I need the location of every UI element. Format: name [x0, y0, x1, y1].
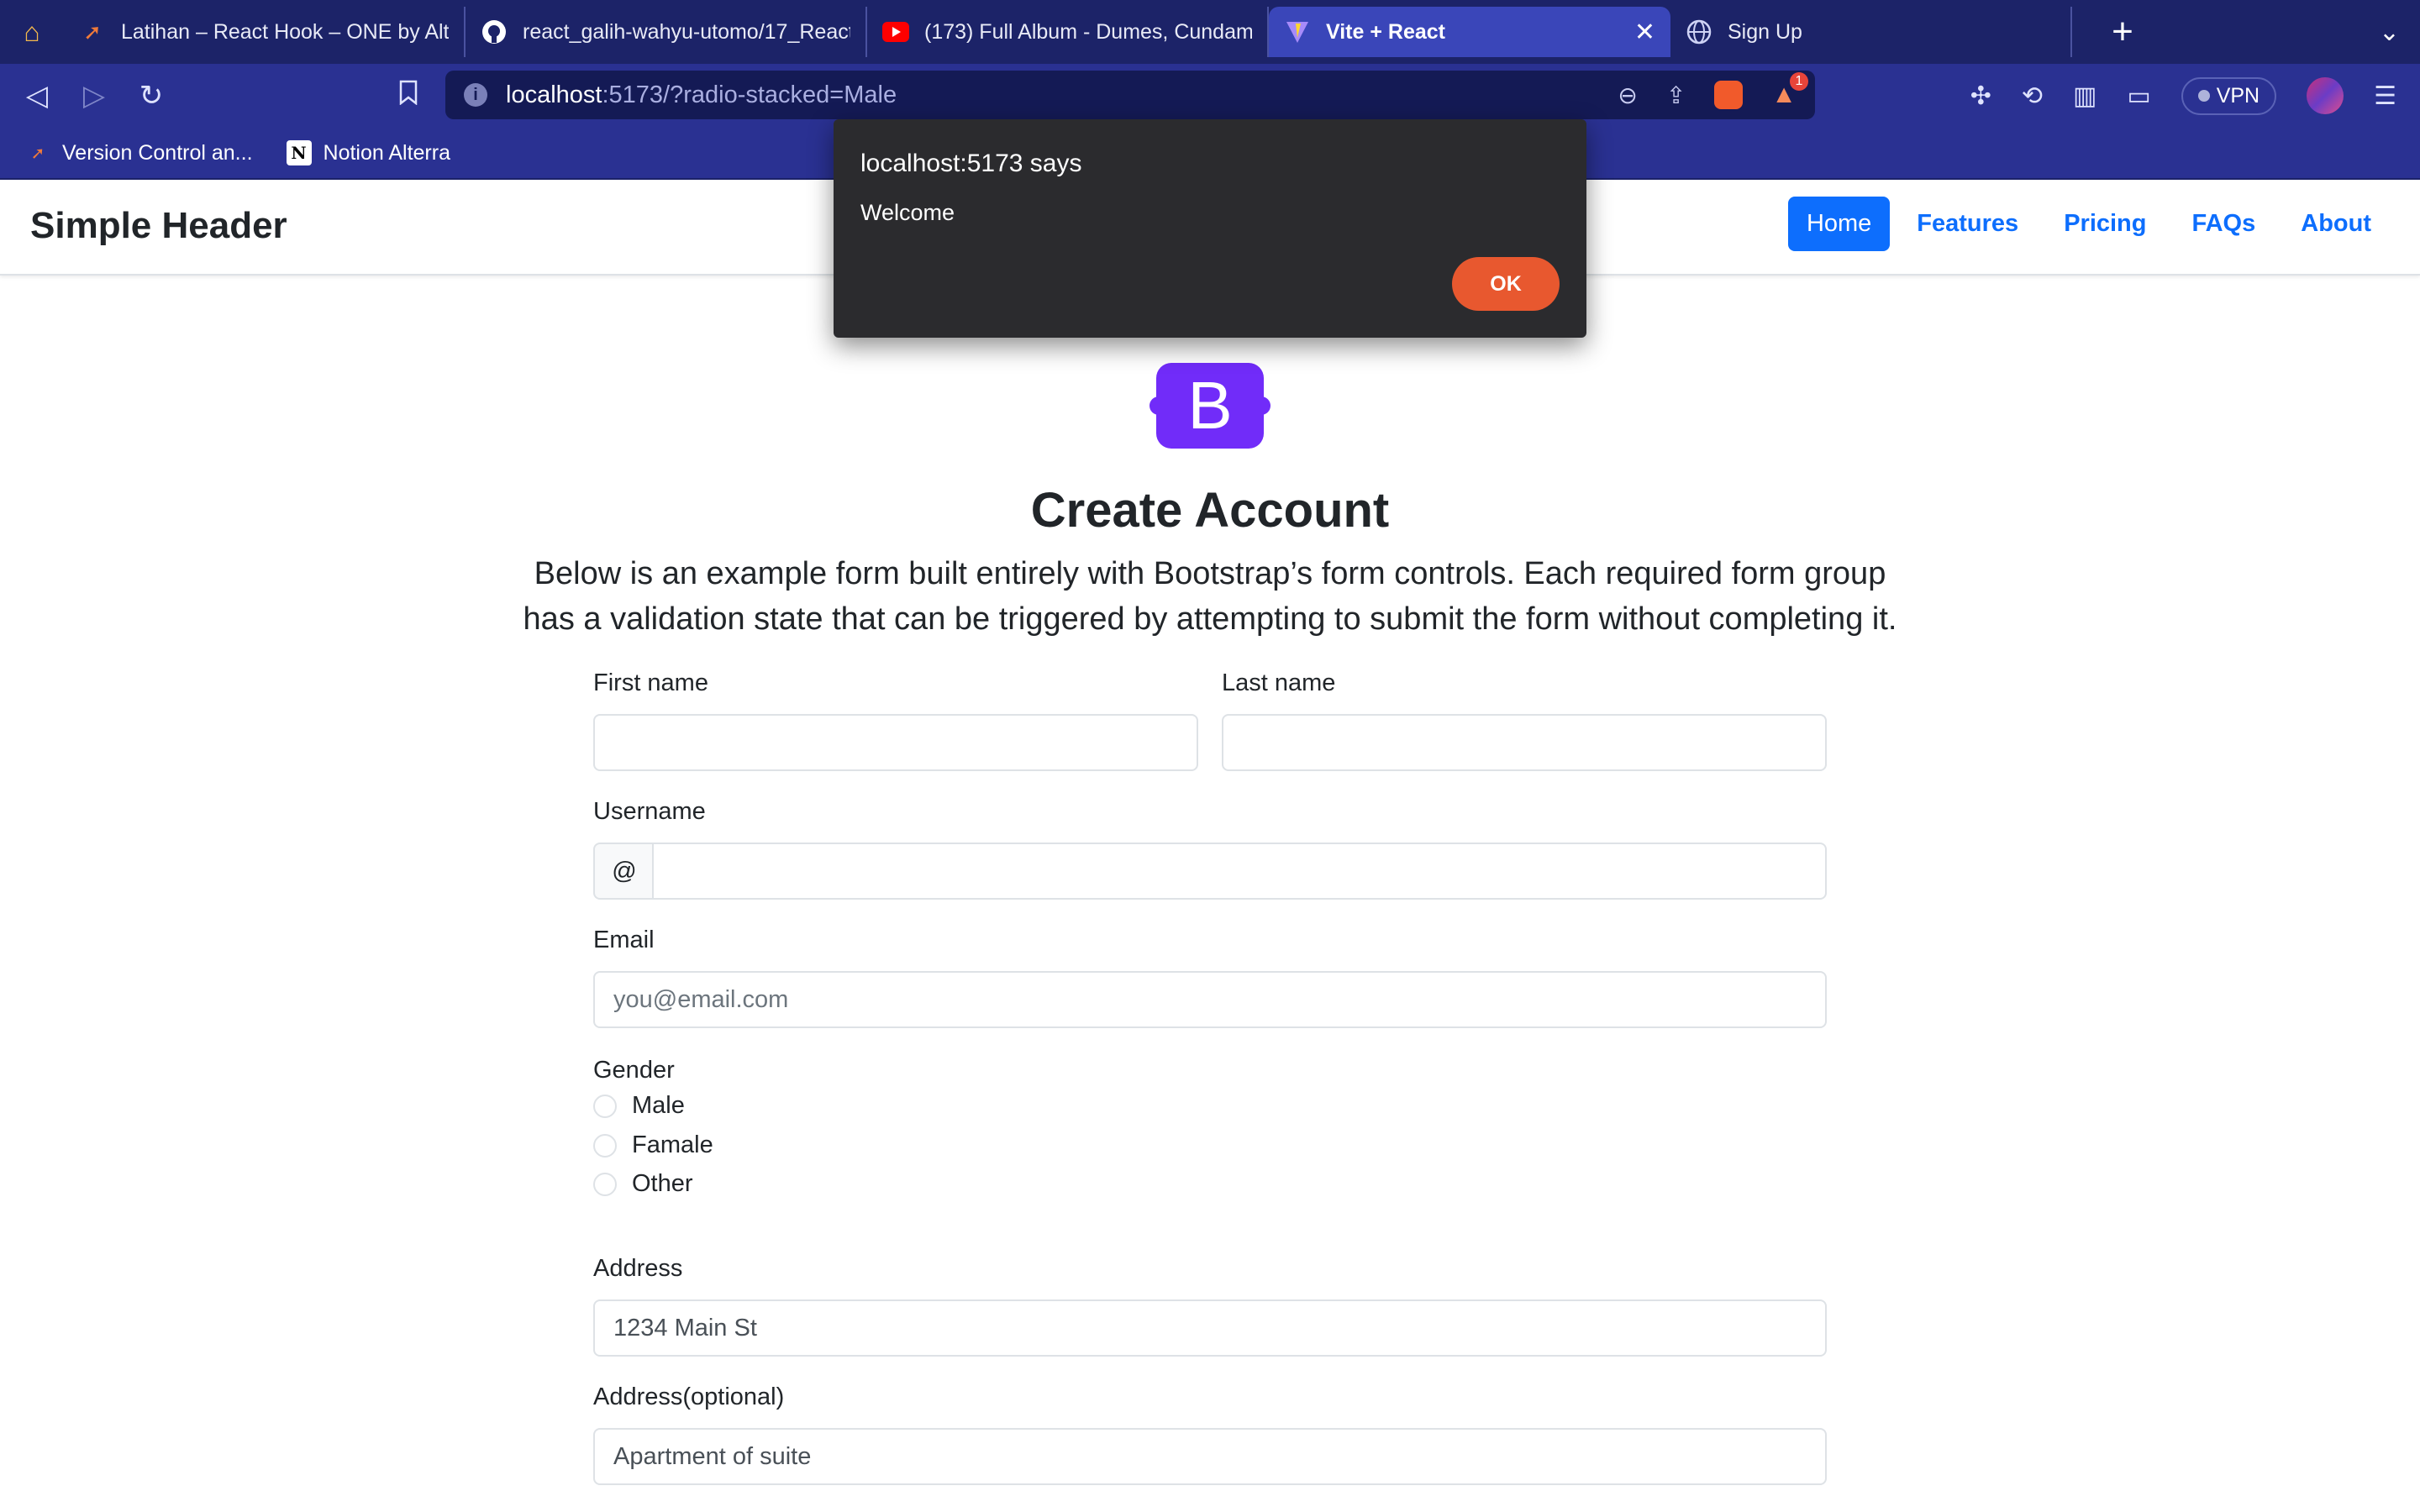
tab-github[interactable]: react_galih-wahyu-utomo/17_React [466, 7, 867, 57]
globe-icon [1686, 18, 1712, 45]
radio-label: Male [632, 1092, 685, 1119]
browser-toolbar: ◁ ▷ ↻ i localhost:5173/?radio-stacked=Ma… [0, 64, 2420, 128]
nav-about[interactable]: About [2282, 197, 2390, 251]
last-name-input[interactable] [1222, 714, 1827, 771]
site-info-icon[interactable]: i [464, 83, 487, 107]
url-path: :5173/?radio-stacked=Male [602, 81, 897, 108]
tab-title: Latihan – React Hook – ONE by Alte [121, 19, 449, 44]
tab-title: Vite + React [1326, 19, 1445, 44]
gender-label: Gender [593, 1057, 675, 1084]
close-tab-icon[interactable]: ✕ [1634, 18, 1655, 47]
vpn-button[interactable]: VPN [2181, 76, 2277, 115]
share-icon[interactable]: ⇪ [1666, 81, 1686, 109]
menu-icon[interactable]: ☰ [2374, 81, 2396, 111]
forward-icon[interactable]: ▷ [66, 79, 123, 113]
username-input[interactable] [652, 843, 1827, 900]
bootstrap-logo: B [1150, 363, 1270, 449]
browser-tab-bar: ⌂ ➚ Latihan – React Hook – ONE by Alte r… [0, 0, 2420, 64]
bookmark-label: Version Control an... [62, 140, 253, 165]
page-title: Create Account [1030, 483, 1390, 538]
tab-title: (173) Full Album - Dumes, Cundama [924, 19, 1252, 44]
nav-features[interactable]: Features [1898, 197, 2037, 251]
alterra-icon: ➚ [30, 144, 45, 163]
extensions-icon[interactable]: ✣ [1970, 81, 1991, 111]
alterra-icon: ➚ [83, 18, 102, 45]
username-label: Username [593, 798, 706, 825]
back-icon[interactable]: ◁ [8, 79, 66, 113]
address-bar[interactable]: i localhost:5173/?radio-stacked=Male ⊖ ⇪… [445, 71, 1815, 119]
wallet-icon[interactable]: ▭ [2127, 81, 2150, 111]
tab-youtube[interactable]: (173) Full Album - Dumes, Cundama [867, 7, 1269, 57]
header-nav: Home Features Pricing FAQs About [1787, 197, 2390, 251]
tab-title: Sign Up [1728, 19, 1802, 44]
notion-icon: N [286, 140, 312, 165]
address-label: Address [593, 1255, 683, 1282]
alert-dialog: localhost:5173 says Welcome OK [834, 119, 1586, 338]
new-tab-icon[interactable]: + [2097, 11, 2148, 53]
tab-sign-up[interactable]: Sign Up [1670, 7, 2072, 57]
chevron-down-icon[interactable]: ⌄ [2379, 18, 2400, 47]
radio-label: Other [632, 1170, 693, 1197]
first-name-label: First name [593, 669, 708, 696]
youtube-icon [882, 18, 909, 45]
brave-shields-icon[interactable] [1714, 81, 1744, 109]
email-label: Email [593, 927, 655, 953]
gender-option-famale[interactable]: Famale [593, 1131, 713, 1159]
reload-icon[interactable]: ↻ [123, 79, 180, 113]
bookmark-icon[interactable] [380, 80, 437, 113]
vpn-status-icon [2197, 90, 2210, 102]
first-name-input[interactable] [593, 714, 1198, 771]
tab-latihan[interactable]: ➚ Latihan – React Hook – ONE by Alte [64, 7, 466, 57]
bookmark-version-control[interactable]: ➚ Version Control an... [25, 140, 253, 165]
tab-vite-react[interactable]: Vite + React ✕ [1269, 7, 1670, 57]
radio-button[interactable] [593, 1094, 617, 1118]
sidebar-icon[interactable]: ▥ [2073, 81, 2096, 111]
home-icon[interactable]: ⌂ [0, 0, 64, 64]
gender-option-other[interactable]: Other [593, 1170, 693, 1198]
brave-rewards-icon[interactable]: ▲ 1 [1771, 72, 1808, 109]
radio-button[interactable] [593, 1133, 617, 1158]
dialog-message: Welcome [860, 200, 955, 225]
dialog-title: localhost:5173 says [860, 150, 1082, 177]
gender-option-male[interactable]: Male [593, 1092, 685, 1120]
page-lead: Below is an example form built entirely … [523, 556, 1897, 637]
vpn-label: VPN [2216, 83, 2260, 108]
profile-avatar[interactable] [2307, 77, 2344, 114]
address2-label: Address(optional) [593, 1383, 785, 1410]
username-prefix: @ [593, 843, 654, 900]
nav-pricing[interactable]: Pricing [2045, 197, 2165, 251]
bookmark-label: Notion Alterra [323, 140, 450, 165]
vite-icon [1284, 18, 1311, 45]
address2-input[interactable]: Apartment of suite [593, 1428, 1827, 1485]
tab-title: react_galih-wahyu-utomo/17_React [523, 19, 850, 44]
ok-button[interactable]: OK [1452, 257, 1560, 311]
zoom-icon[interactable]: ⊖ [1618, 81, 1637, 109]
notification-badge: 1 [1790, 72, 1808, 91]
leo-ai-icon[interactable]: ⟲ [2022, 81, 2043, 111]
github-icon [481, 18, 508, 45]
email-input[interactable]: you@email.com [593, 971, 1827, 1028]
url-host: localhost [506, 81, 602, 108]
nav-home[interactable]: Home [1787, 197, 1891, 251]
brand-title[interactable]: Simple Header [30, 205, 287, 247]
radio-button[interactable] [593, 1172, 617, 1196]
radio-label: Famale [632, 1131, 713, 1158]
bookmark-notion-alterra[interactable]: N Notion Alterra [286, 140, 450, 165]
last-name-label: Last name [1222, 669, 1336, 696]
address-input[interactable]: 1234 Main St [593, 1299, 1827, 1357]
nav-faqs[interactable]: FAQs [2174, 197, 2275, 251]
